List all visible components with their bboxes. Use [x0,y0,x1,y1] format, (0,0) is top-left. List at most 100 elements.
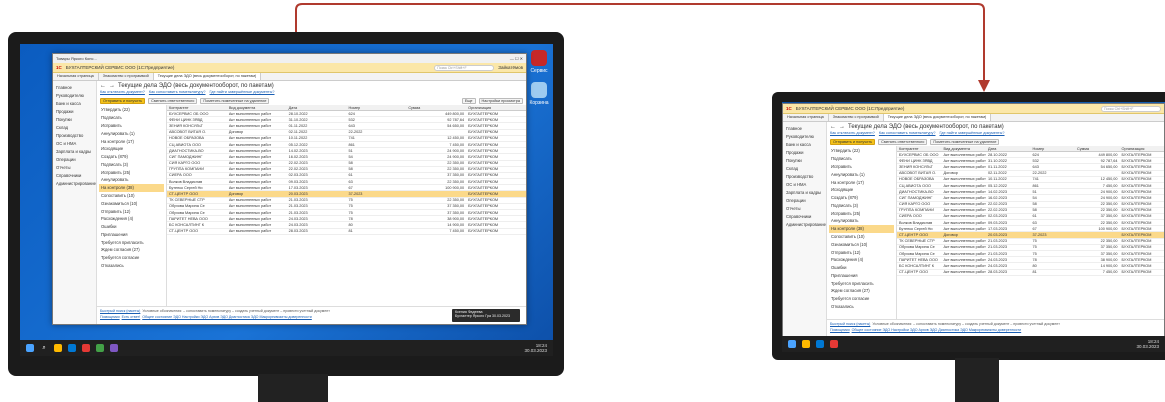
folder-item[interactable]: Отправить (12) [829,248,894,256]
folder-item[interactable]: Создать (879) [99,153,164,161]
window-controls-icon[interactable]: — ☐ ✕ [510,56,523,61]
folder-item[interactable]: Ознакомиться (10) [99,199,164,207]
help-link-2[interactable]: Как сопоставить номенклатуру? [879,131,936,137]
help-label[interactable]: Помощники [830,328,850,332]
notification-toast[interactable]: Ксения Фадеева Бухгалтер Яркого Гра 30.0… [452,309,520,322]
sidebar-item-0[interactable]: Главное [783,124,826,132]
sidebar-item-2[interactable]: Банк и касса [783,140,826,148]
browser-tab[interactable]: Товары Яркого Конс... [56,56,97,61]
folder-item[interactable]: Создать (879) [829,194,894,202]
help-link-3[interactable]: Где найти завершённые документы? [210,90,275,96]
help-label[interactable]: Помощники [100,315,120,319]
sidebar-item-5[interactable]: Склад [783,164,826,172]
sidebar-item-10[interactable]: Отчеты [53,163,96,171]
quick-search-link[interactable]: Быстрый поиск (пакеты) [830,322,870,326]
sidebar-item-7[interactable]: ОС и НМА [783,180,826,188]
desktop-icon-service[interactable]: Сервис [528,50,550,74]
edge-icon[interactable] [68,344,76,352]
edo-links[interactable]: Общее состояние ЭДО Настройки ЭДО Архив … [142,315,312,319]
sidebar-item-5[interactable]: Склад [53,123,96,131]
chrome-icon[interactable] [96,344,104,352]
sidebar-item-1[interactable]: Руководителю [783,132,826,140]
folder-item[interactable]: Исправить [99,122,164,130]
folder-item[interactable]: Исходящие [99,145,164,153]
folder-item[interactable]: Сопоставить (10) [99,192,164,200]
folder-item[interactable]: Подписать [829,155,894,163]
sidebar-item-4[interactable]: Покупки [783,156,826,164]
folder-item[interactable]: Расхождения (4) [99,215,164,223]
folder-item[interactable]: Требуется пригласить [829,279,894,287]
folder-item[interactable]: Ознакомиться (10) [829,240,894,248]
tab-2[interactable]: Текущие дела ЭДО (весь документооборот, … [153,73,262,80]
tab-2[interactable]: Текущие дела ЭДО (весь документооборот, … [883,114,992,121]
table-row[interactable]: СТ-ЦЕНТР ООО Акт выполненных работ 28.03.2… [897,269,1164,276]
search-input[interactable]: Поиск Ctrl+Shift+F [434,64,495,71]
more-button[interactable]: Еще [461,97,476,104]
folder-item[interactable]: Исправить [829,163,894,171]
change-responsible-button[interactable]: Сменить ответственного [878,138,928,145]
folder-item[interactable]: Расхождения (4) [829,256,894,264]
quick-search-link[interactable]: Быстрый поиск (пакеты) [100,309,140,313]
sidebar-item-9[interactable]: Операции [53,155,96,163]
folder-item[interactable]: Утвердить (22) [829,147,894,155]
folder-item[interactable]: Требуется согласие [99,254,164,262]
table-row[interactable]: СТ-ЦЕНТР ООО Акт выполненных работ 28.03.2… [167,228,526,235]
search-input[interactable]: Поиск Ctrl+Shift+F [1101,105,1161,112]
back-icon[interactable]: ← [100,83,106,89]
folder-item[interactable]: Ждем согласия (27) [829,287,894,295]
sidebar-item-12[interactable]: Администрирование [783,220,826,228]
folder-item[interactable]: Требуется согласие [829,295,894,303]
folder-item[interactable]: Подписать (3) [829,201,894,209]
folder-item[interactable]: На контроле (38) [99,183,164,192]
sidebar-item-7[interactable]: ОС и НМА [53,139,96,147]
forward-icon[interactable]: → [839,124,845,130]
help-link-1[interactable]: Как отключить документ? [100,90,145,96]
folder-item[interactable]: Отправить (12) [99,207,164,215]
sidebar-item-4[interactable]: Покупки [53,115,96,123]
clock[interactable]: 18:24 30.03.2023 [524,343,547,353]
forward-icon[interactable]: → [109,83,115,89]
delete-marked-button[interactable]: Пометить помеченные на удаление [200,97,270,104]
sidebar-item-8[interactable]: Зарплата и кадры [53,147,96,155]
explorer-icon[interactable] [54,344,62,352]
folder-item[interactable]: На контроле (38) [829,224,894,233]
folder-item[interactable]: Отказались [99,262,164,270]
send-receive-button[interactable]: Отправить и получить [100,97,146,104]
app-icon[interactable] [110,344,118,352]
sidebar-item-10[interactable]: Отчеты [783,204,826,212]
sidebar-item-9[interactable]: Операции [783,196,826,204]
start-icon[interactable] [788,340,796,348]
folder-item[interactable]: Аннулировать (1) [99,129,164,137]
sidebar-item-6[interactable]: Производство [53,131,96,139]
back-icon[interactable]: ← [830,124,836,130]
folder-item[interactable]: Отказались [829,303,894,311]
folder-item[interactable]: Подписать [99,114,164,122]
edo-links[interactable]: Общее состояние ЭДО Настройки ЭДО Архив … [852,328,1022,332]
tab-0[interactable]: Начальная страница [783,114,829,121]
explorer-icon[interactable] [802,340,810,348]
folder-item[interactable]: Аннулировать (1) [829,170,894,178]
sidebar-item-8[interactable]: Зарплата и кадры [783,188,826,196]
folder-item[interactable]: Исправить (25) [829,209,894,217]
sidebar-item-1[interactable]: Руководителю [53,91,96,99]
sidebar-item-3[interactable]: Продажи [783,148,826,156]
sidebar-item-11[interactable]: Справочники [53,171,96,179]
app-1c-icon[interactable] [830,340,838,348]
folder-item[interactable]: Утвердить (22) [99,106,164,114]
folder-item[interactable]: Ошибки [99,223,164,231]
tab-0[interactable]: Начальная страница [53,73,99,80]
folder-item[interactable]: Аннулировать [829,217,894,225]
delete-marked-button[interactable]: Пометить помеченные на удаление [930,138,1000,145]
edge-icon[interactable] [816,340,824,348]
folder-item[interactable]: Исправить (25) [99,168,164,176]
folder-item[interactable]: Подписать (3) [99,160,164,168]
sidebar-item-12[interactable]: Администрирование [53,179,96,187]
app-1c-icon[interactable] [82,344,90,352]
help-link-2[interactable]: Как сопоставить номенклатуру? [149,90,206,96]
change-responsible-button[interactable]: Сменить ответственного [148,97,198,104]
send-receive-button[interactable]: Отправить и получить [830,138,876,145]
folder-item[interactable]: Приглашения [99,231,164,239]
tab-1[interactable]: Знакомство с программой [829,114,884,121]
folder-item[interactable]: Аннулировать [99,176,164,184]
folder-item[interactable]: Приглашения [829,272,894,280]
